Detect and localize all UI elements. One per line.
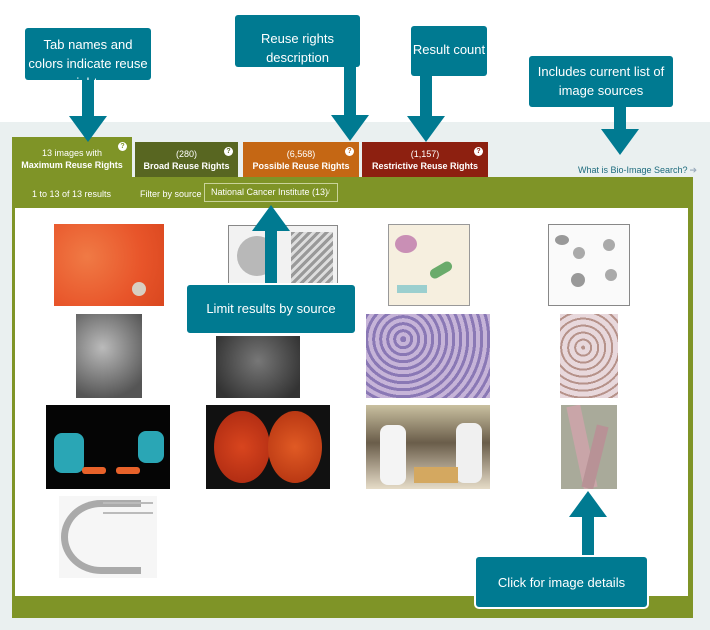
image-thumbnail[interactable] bbox=[76, 314, 142, 398]
tab-label: Maximum Reuse Rights bbox=[21, 160, 123, 170]
image-thumbnail[interactable] bbox=[216, 336, 300, 398]
arrow-icon bbox=[420, 76, 432, 118]
help-icon[interactable]: ? bbox=[474, 147, 483, 156]
image-thumbnail[interactable] bbox=[59, 496, 157, 578]
image-thumbnail[interactable] bbox=[561, 405, 617, 489]
image-thumbnail[interactable] bbox=[228, 225, 338, 290]
image-thumbnail[interactable] bbox=[206, 405, 330, 489]
image-thumbnail[interactable] bbox=[560, 314, 618, 398]
arrow-icon bbox=[331, 115, 369, 141]
image-thumbnail[interactable] bbox=[46, 405, 170, 489]
callout-reuse-description: Reuse rights description bbox=[235, 15, 360, 67]
tab-restrictive-reuse-rights[interactable]: (1,157) Restrictive Reuse Rights ? bbox=[362, 142, 488, 177]
tab-count: (6,568) bbox=[286, 149, 316, 159]
image-thumbnail[interactable] bbox=[366, 314, 490, 398]
results-count: 1 to 13 of 13 results bbox=[32, 189, 112, 199]
filter-value: National Cancer Institute (13) bbox=[211, 187, 329, 197]
help-icon[interactable]: ? bbox=[345, 147, 354, 156]
tab-possible-reuse-rights[interactable]: (6,568) Possible Reuse Rights ? bbox=[243, 142, 359, 177]
tab-label: Restrictive Reuse Rights bbox=[371, 161, 479, 171]
filter-source-select[interactable]: National Cancer Institute (13) ∨ bbox=[204, 183, 338, 202]
help-icon[interactable]: ? bbox=[118, 142, 127, 151]
help-icon[interactable]: ? bbox=[224, 147, 233, 156]
tab-broad-reuse-rights[interactable]: (280) Broad Reuse Rights ? bbox=[135, 142, 238, 177]
callout-image-sources: Includes current list of image sources bbox=[529, 56, 673, 107]
arrow-icon bbox=[344, 67, 356, 117]
callout-limit-source: Limit results by source bbox=[185, 283, 357, 335]
callout-tab-names: Tab names and colors indicate reuse righ… bbox=[25, 28, 151, 90]
arrow-right-icon: ➔ bbox=[689, 165, 698, 175]
arrow-icon bbox=[601, 129, 639, 155]
image-thumbnail[interactable] bbox=[388, 224, 470, 306]
image-thumbnail[interactable] bbox=[548, 224, 630, 306]
callout-image-details: Click for image details bbox=[474, 555, 649, 609]
callout-result-count: Result count bbox=[411, 26, 487, 76]
tab-label: Possible Reuse Rights bbox=[252, 161, 350, 171]
link-label: What is Bio-Image Search? bbox=[578, 165, 688, 175]
arrow-icon bbox=[582, 515, 594, 557]
arrow-icon bbox=[407, 116, 445, 142]
tab-count: 13 images with bbox=[41, 148, 103, 158]
arrow-icon bbox=[614, 107, 626, 131]
tab-count: (1,157) bbox=[410, 149, 440, 159]
tab-maximum-reuse-rights[interactable]: 13 images with Maximum Reuse Rights ? bbox=[12, 137, 132, 179]
tab-label: Broad Reuse Rights bbox=[143, 161, 230, 171]
arrow-icon bbox=[252, 205, 290, 231]
filter-label: Filter by source bbox=[140, 189, 202, 199]
what-is-bio-image-search-link[interactable]: What is Bio-Image Search? ➔ bbox=[578, 165, 697, 176]
chevron-down-icon: ∨ bbox=[325, 187, 331, 196]
arrow-icon bbox=[69, 116, 107, 142]
image-thumbnail[interactable] bbox=[54, 224, 164, 306]
arrow-icon bbox=[265, 229, 277, 285]
image-thumbnail[interactable] bbox=[366, 405, 490, 489]
tab-count: (280) bbox=[175, 149, 197, 159]
arrow-icon bbox=[82, 80, 94, 118]
arrow-icon bbox=[569, 491, 607, 517]
